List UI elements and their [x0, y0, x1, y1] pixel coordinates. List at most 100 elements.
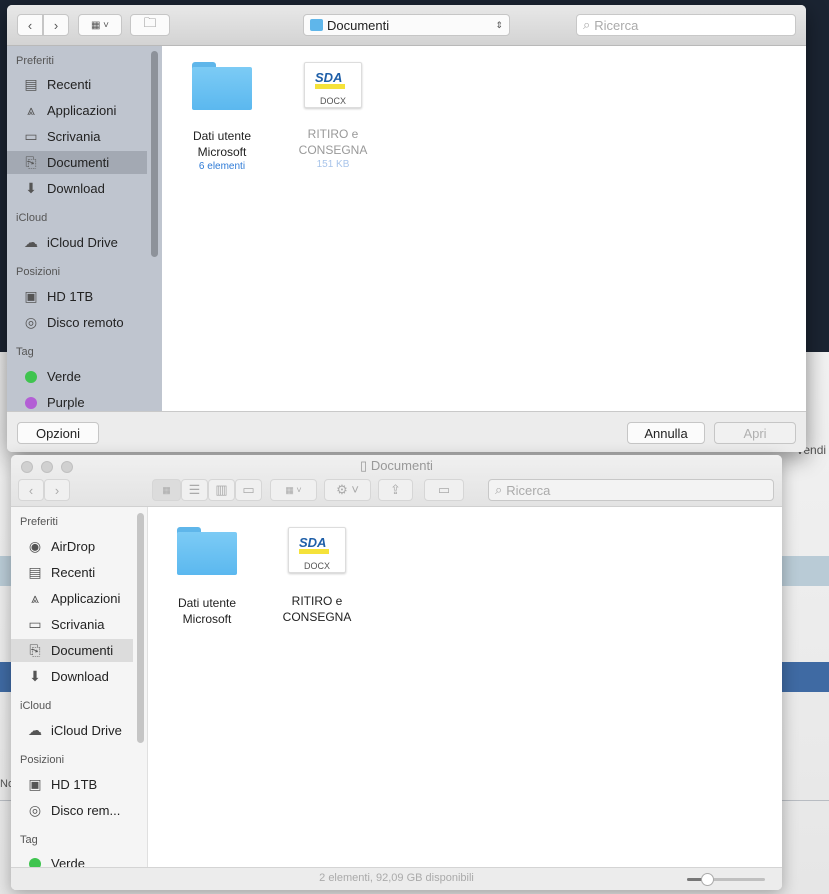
tag-dot-icon — [22, 394, 40, 412]
sidebar-item-label: Recenti — [47, 77, 92, 92]
sidebar-item-download[interactable]: ⬇ Download — [7, 177, 147, 200]
disc-icon: ◎ — [28, 802, 42, 818]
slider-knob[interactable] — [700, 873, 714, 886]
group-button[interactable]: ▦ ˅ — [270, 479, 317, 501]
path-popup[interactable]: Documenti ⇕ — [303, 14, 510, 36]
sidebar-item-applicazioni[interactable]: ⩓ Applicazioni — [11, 587, 133, 610]
sidebar: Preferiti ▤ Recenti ⩓ Applicazioni ▭ Scrivania… — [7, 46, 162, 411]
back-button[interactable]: ‹ — [18, 479, 44, 501]
new-folder-icon: 🗀 — [143, 15, 157, 30]
action-button[interactable]: ⚙ ˅ — [324, 479, 371, 501]
gallery-view-button[interactable]: ▭ — [235, 479, 262, 501]
sidebar-item-icloud-drive[interactable]: ☁ iCloud Drive — [11, 719, 133, 742]
open-dialog: ‹ › ▦ ˅ 🗀 Documenti ⇕ ⌕ Ricerca Preferiti… — [7, 5, 806, 452]
folder-item[interactable]: Dati utente Microsoft — [157, 527, 257, 627]
sidebar-item-label: Purple — [47, 395, 85, 410]
sidebar-scrollbar[interactable] — [137, 513, 144, 743]
search-input[interactable]: ⌕ Ricerca — [488, 479, 774, 501]
view-options-button[interactable]: ▦ ˅ — [78, 14, 122, 36]
airdrop-icon: ◉ — [28, 538, 42, 554]
updown-chevron-icon: ⇕ — [495, 19, 503, 30]
sidebar-item-label: Scrivania — [51, 617, 105, 632]
sidebar-item-label: Scrivania — [47, 129, 101, 144]
sidebar-item-disco-rem-[interactable]: ◎ Disco rem... — [11, 799, 133, 822]
sidebar-item-purple[interactable]: Purple — [7, 391, 147, 411]
sidebar-item-verde[interactable]: Verde — [7, 365, 147, 388]
sidebar-item-hd-1tb[interactable]: ▣ HD 1TB — [7, 285, 147, 308]
sidebar-item-label: Recenti — [51, 565, 96, 580]
path-label: Documenti — [327, 17, 390, 33]
tag-button[interactable]: ▭ — [424, 479, 464, 501]
search-placeholder: Ricerca — [594, 17, 639, 33]
sidebar-section-header: Posizioni — [20, 754, 65, 766]
sidebar-item-label: Disco remoto — [47, 315, 124, 330]
sidebar-item-documenti[interactable]: ⎘ Documenti — [7, 151, 147, 174]
sidebar-item-scrivania[interactable]: ▭ Scrivania — [11, 613, 133, 636]
cloud-icon: ☁ — [28, 722, 42, 738]
sidebar-item-disco-remoto[interactable]: ◎ Disco remoto — [7, 311, 147, 334]
list-view-button[interactable]: ☰ — [181, 479, 208, 501]
sidebar-item-download[interactable]: ⬇ Download — [11, 665, 133, 688]
sidebar-item-label: Verde — [51, 856, 85, 867]
sidebar-item-label: iCloud Drive — [47, 235, 118, 250]
disc-icon: ◎ — [24, 314, 38, 330]
options-button[interactable]: Opzioni — [17, 422, 99, 444]
folder-icon — [177, 527, 237, 575]
finder-toolbar: ▯ Documenti ‹ › ▦ ☰ ▥ ▭ ▦ ˅ ⚙ ˅ ⇪ ▭ ⌕ Ric… — [11, 455, 782, 507]
sidebar-item-documenti[interactable]: ⎘ Documenti — [11, 639, 133, 662]
sidebar-section-header: Preferiti — [16, 55, 54, 67]
sidebar-item-recenti[interactable]: ▤ Recenti — [7, 73, 147, 96]
file-item[interactable]: SDA DOCX RITIRO e CONSEGNA 151 KB — [283, 62, 383, 172]
icon-size-slider[interactable] — [687, 873, 765, 886]
sidebar-item-label: HD 1TB — [47, 289, 94, 304]
dialog-toolbar: ‹ › ▦ ˅ 🗀 Documenti ⇕ ⌕ Ricerca — [7, 5, 806, 46]
sidebar-section-header: Preferiti — [20, 516, 58, 528]
share-button[interactable]: ⇪ — [378, 479, 413, 501]
search-input[interactable]: ⌕ Ricerca — [576, 14, 796, 36]
hard-drive-icon: ▣ — [24, 288, 38, 304]
file-info: 6 elementi — [198, 161, 246, 172]
sidebar-section-header: Posizioni — [16, 266, 61, 278]
sidebar-item-label: Verde — [47, 369, 81, 384]
desktop-icon: ▭ — [24, 128, 38, 144]
forward-button[interactable]: › — [43, 14, 69, 36]
new-folder-button[interactable]: 🗀 — [130, 14, 170, 36]
sidebar-item-label: HD 1TB — [51, 777, 98, 792]
file-name: Dati utente Microsoft — [177, 596, 237, 626]
cancel-button[interactable]: Annulla — [627, 422, 705, 444]
sidebar-item-verde[interactable]: Verde — [11, 852, 133, 867]
sidebar-item-icloud-drive[interactable]: ☁ iCloud Drive — [7, 231, 147, 254]
sidebar-item-recenti[interactable]: ▤ Recenti — [11, 561, 133, 584]
sidebar-item-hd-1tb[interactable]: ▣ HD 1TB — [11, 773, 133, 796]
file-name: RITIRO e CONSEGNA — [298, 127, 368, 157]
sidebar-item-scrivania[interactable]: ▭ Scrivania — [7, 125, 147, 148]
folder-icon — [192, 62, 252, 110]
file-item[interactable]: SDA DOCX RITIRO e CONSEGNA — [267, 527, 367, 625]
open-button[interactable]: Apri — [714, 422, 796, 444]
sidebar-section-header: iCloud — [20, 700, 52, 712]
sidebar-item-label: iCloud Drive — [51, 723, 122, 738]
sidebar-item-label: Disco rem... — [51, 803, 121, 818]
forward-button[interactable]: › — [44, 479, 70, 501]
cloud-icon: ☁ — [24, 234, 38, 250]
sidebar-section-header: Tag — [16, 346, 34, 358]
tag-dot-icon — [22, 368, 40, 386]
back-button[interactable]: ‹ — [17, 14, 43, 36]
sidebar-section-header: Tag — [20, 834, 38, 846]
recents-icon: ▤ — [24, 76, 38, 92]
recents-icon: ▤ — [28, 564, 42, 580]
sidebar-item-label: Applicazioni — [47, 103, 117, 118]
sidebar-item-label: Applicazioni — [51, 591, 121, 606]
folder-item[interactable]: Dati utente Microsoft 6 elementi — [172, 62, 272, 174]
sidebar-item-airdrop[interactable]: ◉ AirDrop — [11, 535, 133, 558]
desktop-icon: ▭ — [28, 616, 42, 632]
column-view-button[interactable]: ▥ — [208, 479, 235, 501]
window-title: ▯ Documenti — [360, 458, 433, 473]
applications-icon: ⩓ — [27, 102, 35, 118]
file-name: RITIRO e CONSEGNA — [282, 594, 352, 624]
sidebar-item-applicazioni[interactable]: ⩓ Applicazioni — [7, 99, 147, 122]
file-name: Dati utente Microsoft — [192, 129, 252, 159]
search-icon: ⌕ — [495, 482, 503, 497]
sidebar-scrollbar[interactable] — [151, 51, 158, 257]
icon-view-button[interactable]: ▦ — [152, 479, 181, 501]
